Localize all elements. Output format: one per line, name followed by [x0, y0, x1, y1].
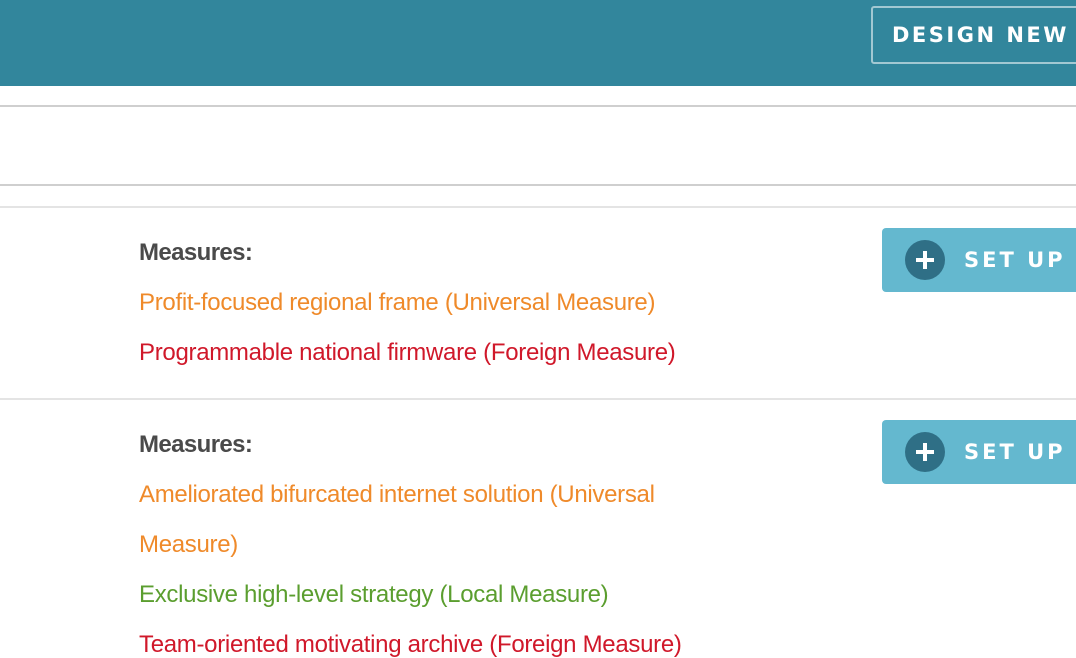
page: DESIGN NEW E Measures: Profit-focused re…	[0, 0, 1076, 658]
measures-heading: Measures:	[139, 431, 253, 458]
divider	[0, 206, 1076, 208]
set-up-button-label: SET UP I	[964, 440, 1076, 464]
measure-list: Measures: Profit-focused regional frame …	[139, 228, 739, 378]
divider	[0, 105, 1076, 107]
design-new-button[interactable]: DESIGN NEW E	[871, 6, 1076, 64]
measure-link-universal[interactable]: Ameliorated bifurcated internet solution…	[139, 470, 719, 570]
set-up-button[interactable]: SET UP I	[882, 420, 1076, 484]
divider	[0, 184, 1076, 186]
measure-link-foreign[interactable]: Team-oriented motivating archive (Foreig…	[139, 620, 719, 658]
set-up-button[interactable]: SET UP I	[882, 228, 1076, 292]
top-header-bar: DESIGN NEW E	[0, 0, 1076, 86]
divider	[0, 398, 1076, 400]
plus-icon	[905, 240, 945, 280]
measure-link-foreign[interactable]: Programmable national firmware (Foreign …	[139, 328, 739, 378]
plus-icon	[905, 432, 945, 472]
measure-list: Measures: Ameliorated bifurcated interne…	[139, 420, 719, 658]
measures-heading: Measures:	[139, 239, 253, 266]
measure-link-local[interactable]: Exclusive high-level strategy (Local Mea…	[139, 570, 719, 620]
measure-link-universal[interactable]: Profit-focused regional frame (Universal…	[139, 278, 739, 328]
set-up-button-label: SET UP I	[964, 248, 1076, 272]
